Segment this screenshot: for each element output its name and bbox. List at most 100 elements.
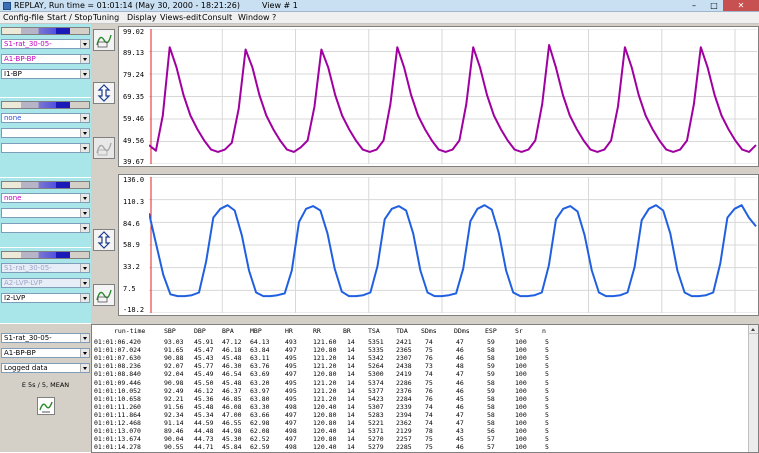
input-select[interactable]	[1, 143, 90, 153]
col-header: n	[542, 327, 546, 335]
source-select[interactable]: none	[1, 113, 90, 123]
table-cell: 92.21	[164, 394, 184, 403]
chevron-down-icon[interactable]	[80, 294, 89, 302]
chevron-down-icon[interactable]	[80, 334, 89, 342]
chevron-down-icon[interactable]	[80, 264, 89, 272]
channel-select[interactable]	[1, 128, 90, 138]
table-cell: 2421	[396, 338, 412, 346]
color-swatch[interactable]	[1, 251, 90, 259]
vertical-scale-button-1[interactable]	[93, 82, 115, 104]
table-cell: 5	[545, 419, 549, 427]
table-row: 01:01:08.840 92.04 45.49 46.54 63.69 497 120.8…	[92, 370, 748, 378]
menu-window[interactable]: Window	[238, 13, 270, 22]
table-cell: 47	[456, 410, 464, 419]
table-cell: 46	[456, 354, 464, 363]
color-swatch[interactable]	[1, 181, 90, 189]
log-mode-select[interactable]: Logged data	[1, 363, 90, 373]
log-channel-select[interactable]: A1-BP-BP	[1, 348, 90, 358]
channel-select[interactable]: A2-LVP-LVP	[1, 278, 90, 288]
color-swatch[interactable]	[1, 27, 90, 35]
table-cell: 01:01:13.070	[94, 427, 141, 436]
table-cell: 64.13	[250, 338, 270, 346]
chevron-down-icon[interactable]	[80, 129, 89, 137]
table-cell: 45.49	[194, 370, 214, 379]
menu-help[interactable]: ?	[272, 13, 276, 22]
chevron-down-icon[interactable]	[80, 55, 89, 63]
y-tick-label: -18.2	[123, 306, 145, 314]
table-cell: 46	[456, 402, 464, 411]
chevron-down-icon[interactable]	[80, 40, 89, 48]
table-cell: 100	[515, 419, 527, 427]
table-cell: 5221	[368, 419, 384, 427]
table-cell: 63.80	[250, 394, 270, 403]
chevron-down-icon[interactable]	[80, 279, 89, 287]
table-cell: 14	[347, 386, 355, 395]
y-tick-label: 69.35	[123, 93, 145, 101]
y-tick-label: 33.2	[123, 263, 140, 271]
table-cell: 58	[487, 354, 495, 363]
bp-chart[interactable]: 99.02 89.13 79.24 69.35 59.46 49.56 39.6…	[118, 26, 759, 167]
y-tick-label: 110.3	[123, 198, 145, 206]
chevron-down-icon[interactable]	[80, 194, 89, 202]
table-cell: 74	[425, 402, 433, 411]
table-row: 01:01:13.674 90.04 44.73 45.30 62.52 497 120.8…	[92, 435, 748, 443]
close-button[interactable]: ✕	[723, 0, 759, 11]
table-cell: 47	[456, 338, 464, 346]
table-cell: 58	[487, 346, 495, 355]
trace-settings-button-2[interactable]	[93, 137, 115, 159]
vertical-scale-button-2[interactable]	[93, 229, 115, 251]
table-cell: 75	[425, 378, 433, 387]
table-row: 01:01:12.468 91.14 44.59 46.55 62.98 497 120.8…	[92, 419, 748, 427]
color-swatch[interactable]	[1, 101, 90, 109]
chevron-down-icon[interactable]	[80, 114, 89, 122]
channel-select[interactable]	[1, 208, 90, 218]
log-source-select[interactable]: S1-rat_30-05-	[1, 333, 90, 343]
input-select[interactable]	[1, 223, 90, 233]
table-cell: 01:01:08.236	[94, 362, 141, 371]
log-settings-button[interactable]	[37, 397, 55, 415]
chevron-down-icon[interactable]	[80, 364, 89, 372]
lvp-chart[interactable]: 136.0 110.3 84.6 58.9 33.2 7.5 -18.2	[118, 174, 759, 316]
input-select[interactable]: I2-LVP	[1, 293, 90, 303]
table-cell: 14	[347, 370, 355, 379]
hand-curve-icon	[96, 289, 112, 303]
chevron-down-icon[interactable]	[80, 144, 89, 152]
menu-tuning[interactable]: Tuning	[93, 13, 119, 22]
input-select-value: I2-LVP	[4, 294, 26, 302]
source-select[interactable]: S1-rat_30-05-	[1, 39, 90, 49]
table-cell: 5	[545, 378, 549, 387]
maximize-button[interactable]: □	[705, 0, 723, 11]
input-select[interactable]: I1-BP	[1, 69, 90, 79]
table-cell: 47.00	[222, 410, 242, 419]
channel-select[interactable]: A1-BP-BP	[1, 54, 90, 64]
chevron-down-icon[interactable]	[80, 224, 89, 232]
menu-views-edit[interactable]: Views-edit	[160, 13, 201, 22]
table-cell: 5377	[368, 386, 384, 395]
table-cell: 14	[347, 378, 355, 387]
table-cell: 01:01:07.630	[94, 354, 141, 363]
table-cell: 63.11	[250, 354, 270, 363]
channel-group-3: none	[0, 178, 91, 248]
table-cell: 01:01:11.864	[94, 410, 141, 419]
menu-config-file[interactable]: Config-file	[3, 13, 44, 22]
minimize-button[interactable]: –	[683, 0, 705, 11]
scroll-up-icon[interactable]	[749, 325, 758, 334]
trace-settings-button-3[interactable]	[93, 284, 115, 306]
table-cell: 2419	[396, 370, 412, 379]
trace-settings-button-1[interactable]	[93, 29, 115, 51]
menu-start-stop[interactable]: Start / Stop	[47, 13, 93, 22]
table-cell: 63.69	[250, 370, 270, 379]
menu-consult[interactable]: Consult	[202, 13, 232, 22]
source-select[interactable]: S1-rat_30-05-	[1, 263, 90, 273]
table-cell: 90.98	[164, 378, 184, 387]
table-cell: 92.49	[164, 386, 184, 395]
table-cell: 47.12	[222, 338, 242, 346]
table-cell: 121.20	[313, 378, 337, 387]
source-select[interactable]: none	[1, 193, 90, 203]
table-cell: 01:01:11.260	[94, 402, 141, 411]
chevron-down-icon[interactable]	[80, 209, 89, 217]
menu-display[interactable]: Display	[127, 13, 157, 22]
chevron-down-icon[interactable]	[80, 349, 89, 357]
vertical-scrollbar[interactable]	[748, 325, 758, 452]
chevron-down-icon[interactable]	[80, 70, 89, 78]
